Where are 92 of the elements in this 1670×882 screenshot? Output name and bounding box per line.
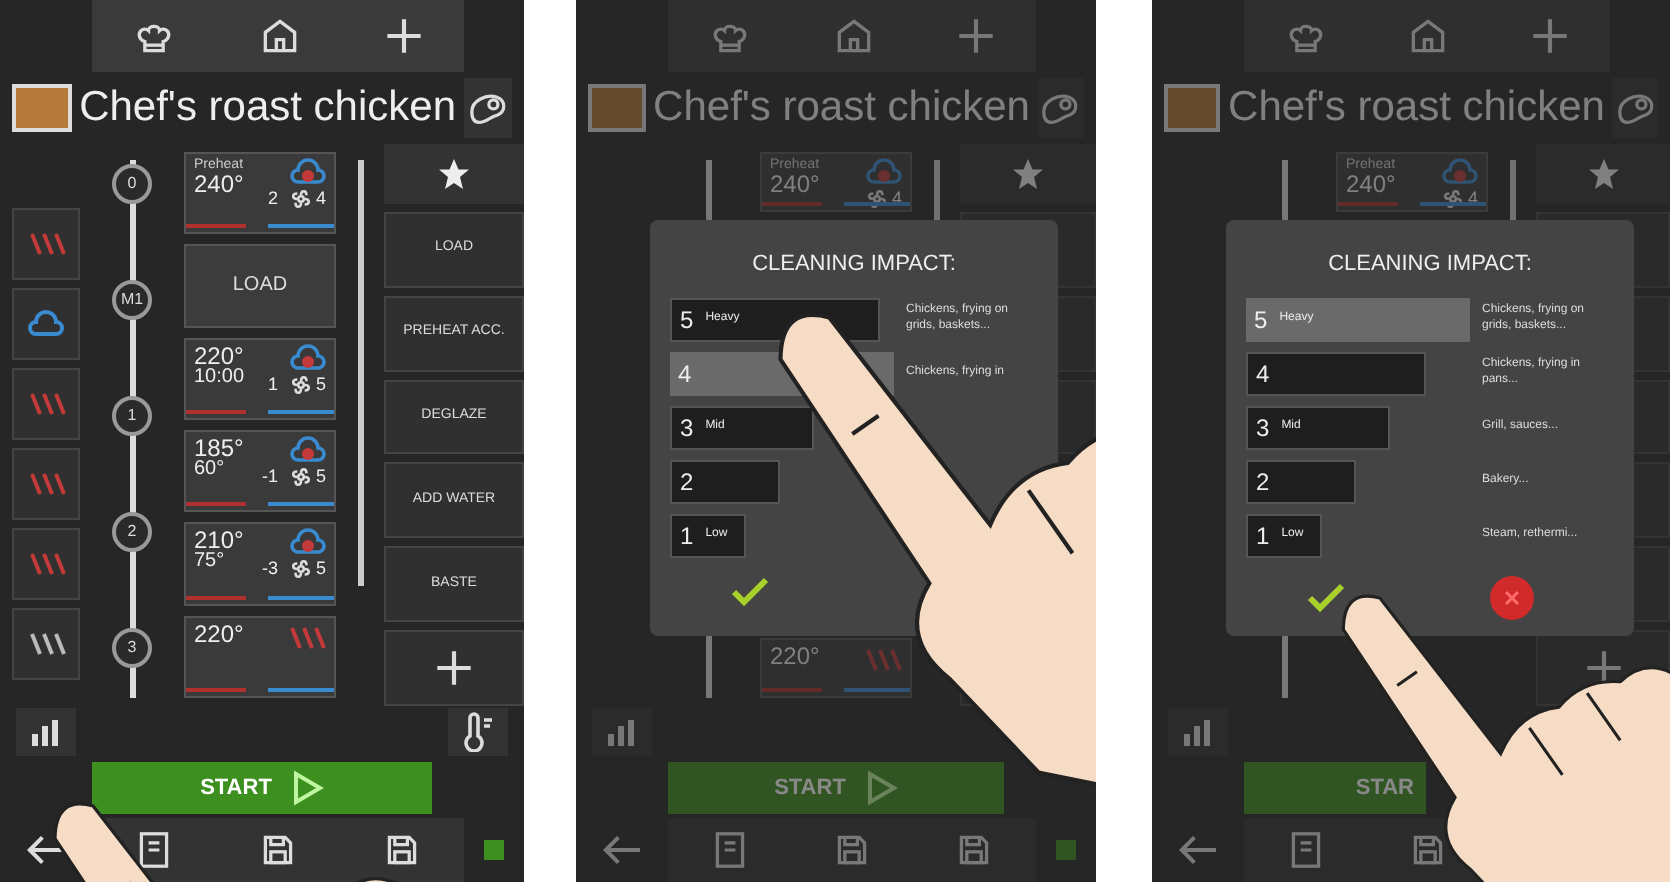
heat-level-bar	[186, 409, 246, 414]
step-time: 75°	[194, 552, 227, 573]
cancel-button[interactable]	[1490, 575, 1534, 619]
plus-icon[interactable]	[383, 16, 424, 56]
core-probe-button[interactable]	[448, 708, 508, 756]
step-temperature: 240°	[1346, 172, 1396, 196]
back-arrow-icon[interactable]	[24, 832, 68, 868]
heat-level-bar	[186, 502, 246, 507]
steam-cloud-icon	[290, 435, 326, 464]
level-option[interactable]: 2	[670, 459, 780, 503]
load-step-button[interactable]: LOAD	[184, 244, 336, 328]
recipe-title: Chef's roast chicken	[1228, 82, 1605, 135]
steam-level-bar	[267, 409, 334, 414]
fan-icon	[289, 188, 312, 210]
close-icon	[1504, 589, 1520, 605]
heat-level-bar	[186, 595, 246, 600]
steam-icon	[28, 310, 64, 338]
fan-speed: 5	[315, 560, 326, 579]
photo-placeholder	[588, 84, 646, 132]
step-value: 1	[267, 375, 278, 394]
cooking-step-card[interactable]: 220°	[184, 615, 336, 699]
fan-icon	[289, 558, 312, 581]
step-temperature: 210°	[194, 528, 244, 553]
start-button[interactable]: START	[92, 762, 432, 814]
hot-air-icon[interactable]	[26, 228, 66, 260]
timeline-marker: 1	[112, 396, 152, 436]
step-value: -1	[261, 467, 278, 486]
step-time: 60°	[194, 459, 227, 480]
steam-level-bar	[267, 224, 334, 229]
timeline-marker: 0	[112, 164, 152, 204]
level-option[interactable]: 4	[1246, 351, 1426, 395]
photo-placeholder	[1164, 84, 1221, 132]
steam-cloud-icon	[290, 158, 326, 186]
steam-cloud-icon	[866, 158, 902, 186]
plus-icon[interactable]	[434, 648, 474, 689]
steam-level-bar	[267, 595, 334, 600]
dialog-title: CLEANING IMPACT:	[1326, 250, 1534, 280]
recipe-title: Chef's roast chicken	[79, 82, 457, 135]
step-temperature: 185°	[194, 435, 244, 460]
convection-icon[interactable]	[26, 468, 66, 500]
steam-level-bar	[267, 688, 334, 693]
step-value: 2	[267, 190, 278, 208]
fan-icon	[865, 188, 888, 210]
fan-icon	[289, 465, 312, 488]
timeline-marker: 3	[112, 628, 152, 668]
thermometer-icon[interactable]	[458, 712, 498, 752]
photo-placeholder	[12, 84, 72, 132]
combi-icon[interactable]	[26, 388, 66, 420]
step-time: 10:00	[194, 367, 245, 388]
level-option[interactable]: 2	[1246, 459, 1356, 503]
save-icon[interactable]	[384, 832, 420, 868]
step-value: -3	[261, 560, 278, 579]
status-square	[1056, 840, 1076, 860]
fan-speed: 4	[315, 190, 326, 208]
steak-icon[interactable]	[466, 90, 510, 126]
steam-cloud-icon	[1442, 158, 1478, 186]
star-icon[interactable]	[436, 155, 472, 192]
timeline-marker: M1	[112, 280, 152, 320]
steam-cloud-icon	[290, 343, 326, 372]
cooking-step-card[interactable]: 220° 10:00 1 5	[184, 337, 336, 420]
steam-cloud-icon	[290, 528, 326, 557]
step-temperature: 240°	[770, 172, 820, 196]
step-temperature: 220°	[194, 343, 245, 368]
add-button[interactable]	[384, 630, 524, 707]
heat-level-bar	[186, 688, 246, 693]
timeline-marker: 2	[112, 512, 152, 552]
probe-icon[interactable]	[26, 628, 66, 660]
dialog-title: CLEANING IMPACT:	[750, 250, 958, 280]
heat-level-bar	[186, 224, 246, 229]
fan-speed: 5	[315, 375, 326, 394]
step-temperature: 220°	[770, 644, 820, 668]
fan-icon	[289, 373, 312, 396]
recipe-title: Chef's roast chicken	[653, 82, 1030, 135]
bar-chart-icon[interactable]	[30, 718, 62, 746]
confirm-check-icon[interactable]	[730, 575, 770, 607]
favorites-button[interactable]	[384, 144, 524, 204]
star-icon[interactable]	[1585, 155, 1621, 192]
grill-icon[interactable]	[26, 548, 66, 580]
chart-button[interactable]	[16, 708, 76, 756]
cooking-step-card[interactable]: 210° 75° -3 5	[184, 522, 336, 606]
status-square	[484, 840, 504, 860]
book-icon[interactable]	[136, 830, 172, 870]
confirm-check-icon[interactable]	[1306, 581, 1346, 613]
star-icon[interactable]	[1010, 155, 1046, 192]
step-temperature: 220°	[194, 621, 244, 646]
save-icon[interactable]	[260, 832, 296, 868]
cooking-step-card[interactable]: 185° 60° -1 5	[184, 429, 336, 513]
fan-speed: 5	[315, 467, 326, 486]
fan-icon	[1441, 188, 1464, 210]
heat-waves-icon[interactable]	[286, 621, 326, 654]
step-temperature: 240°	[194, 172, 244, 196]
steam-level-bar	[267, 502, 334, 507]
